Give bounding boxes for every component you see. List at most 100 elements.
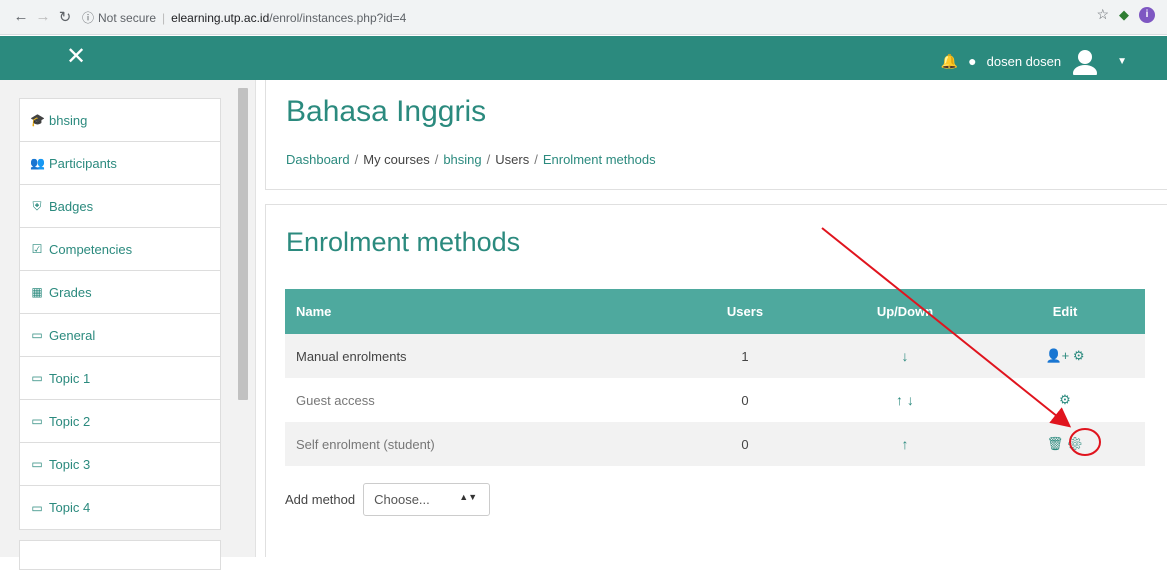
- site-navbar: ✕ 🔔 ● dosen dosen ▼: [0, 36, 1167, 81]
- user-name[interactable]: dosen dosen: [987, 54, 1061, 69]
- select-value: Choose...: [374, 492, 430, 507]
- section-heading: Enrolment methods: [286, 227, 521, 257]
- move-up-icon[interactable]: ↑: [902, 436, 909, 452]
- sidebar-item-bhsing[interactable]: 🎓 bhsing: [20, 99, 220, 142]
- breadcrumb-enrolment-methods[interactable]: Enrolment methods: [543, 152, 656, 167]
- chevron-down-icon[interactable]: ▼: [1117, 56, 1127, 67]
- sidebar-item-label: Grades: [49, 284, 92, 300]
- security-label: Not secure: [98, 10, 157, 25]
- delete-settings-icons[interactable]: 🗑 ⚙: [1047, 436, 1084, 451]
- user-avatar[interactable]: [1071, 47, 1099, 81]
- table-row: Guest access 0 ↑ ↓ ⚙: [285, 378, 1145, 422]
- sidebar-item-label: Topic 4: [49, 500, 91, 515]
- sidebar-item-label: bhsing: [49, 112, 88, 128]
- sidebar-item-topic-1[interactable]: ▭ Topic 1: [20, 357, 220, 400]
- profile-avatar[interactable]: i: [1139, 6, 1155, 23]
- sidebar-item-topic-3[interactable]: ▭ Topic 3: [20, 443, 220, 486]
- sidebar-item-label: Badges: [49, 198, 94, 214]
- user-menu-area: 🔔 ● dosen dosen ▼: [941, 47, 1127, 81]
- updown-cell: ↑: [825, 422, 985, 466]
- browser-toolbar: ← → ↻ ⓘ Not secure | elearning.utp.ac.id…: [0, 0, 1167, 35]
- breadcrumb-course[interactable]: bhsing: [443, 152, 481, 167]
- updown-cell: ↓: [825, 334, 985, 378]
- chat-icon[interactable]: ●: [968, 53, 976, 69]
- page-title: Bahasa Inggris: [286, 95, 487, 128]
- address-separator: |: [162, 10, 166, 25]
- breadcrumb-separator: /: [434, 152, 439, 167]
- select-arrows-icon: ▲▼: [459, 492, 478, 502]
- sidebar-item-label: Competencies: [49, 241, 133, 257]
- edit-cell: 🗑 ⚙: [985, 422, 1145, 466]
- method-name: Manual enrolments: [285, 334, 665, 378]
- folder-icon: ▭: [31, 500, 43, 515]
- add-method-row: Add method Choose... ▲▼: [285, 483, 491, 516]
- folder-icon: ▭: [31, 371, 43, 385]
- browser-actions: ☆ ◆ i: [1096, 6, 1155, 23]
- sidebar-item-topic-2[interactable]: ▭ Topic 2: [20, 400, 220, 443]
- sidebar-item-participants[interactable]: 👥 Participants: [20, 142, 220, 185]
- table-row: Self enrolment (student) 0 ↑ 🗑 ⚙: [285, 422, 1145, 466]
- back-icon[interactable]: ←: [10, 8, 32, 25]
- column-header-name: Name: [285, 289, 665, 334]
- folder-icon: ▭: [31, 328, 43, 342]
- move-up-down-icons[interactable]: ↑ ↓: [896, 392, 914, 408]
- gear-icon[interactable]: ⚙: [1059, 392, 1071, 407]
- add-method-label: Add method: [285, 492, 356, 507]
- enrolment-methods-card: Enrolment methods Name Users Up/Down Edi…: [265, 204, 1167, 557]
- method-users: 1: [665, 334, 825, 378]
- sidebar-item-badges[interactable]: ⛨ Badges: [20, 185, 220, 228]
- url-host: elearning.utp.ac.id: [171, 10, 270, 25]
- sidebar-item-label: General: [49, 327, 96, 343]
- column-header-updown: Up/Down: [825, 289, 985, 334]
- column-header-edit: Edit: [985, 289, 1145, 334]
- graduation-cap-icon: 🎓: [30, 113, 45, 127]
- updown-cell: ↑ ↓: [825, 378, 985, 422]
- check-square-icon: ☑: [31, 242, 43, 256]
- users-icon: 👥: [30, 156, 45, 170]
- sidebar-item-label: Topic 3: [49, 456, 91, 472]
- table-row: Manual enrolments 1 ↓ 👤+ ⚙: [285, 334, 1145, 378]
- edit-cell: 👤+ ⚙: [985, 334, 1145, 378]
- drawer-scrollbar[interactable]: [238, 88, 248, 400]
- course-nav-list: 🎓 bhsing 👥 Participants ⛨ Badges ☑ Competencies…: [19, 98, 221, 530]
- forward-icon[interactable]: →: [32, 8, 54, 25]
- info-icon[interactable]: ⓘ: [82, 9, 94, 26]
- bell-icon[interactable]: 🔔: [941, 53, 958, 70]
- enrol-users-settings-icons[interactable]: 👤+ ⚙: [1045, 348, 1084, 363]
- table-header-row: Name Users Up/Down Edit: [285, 289, 1145, 334]
- enrolment-methods-table: Name Users Up/Down Edit Manual enrolment…: [285, 289, 1145, 466]
- dashboard-nav-list: [19, 540, 221, 570]
- sidebar-item-competencies[interactable]: ☑ Competencies: [20, 228, 220, 271]
- sidebar-item-grades[interactable]: ▦ Grades: [20, 271, 220, 314]
- add-method-select[interactable]: Choose... ▲▼: [363, 483, 491, 516]
- close-drawer-icon[interactable]: ✕: [66, 45, 86, 69]
- avatar-icon: [1073, 50, 1098, 81]
- sidebar-item-topic-4[interactable]: ▭ Topic 4: [20, 486, 220, 529]
- bookmark-star-icon[interactable]: ☆: [1096, 6, 1109, 23]
- edit-cell: ⚙: [985, 378, 1145, 422]
- folder-icon: ▭: [31, 457, 43, 471]
- reload-icon[interactable]: ↻: [54, 8, 76, 26]
- method-users: 0: [665, 422, 825, 466]
- move-down-icon[interactable]: ↓: [902, 348, 909, 364]
- url-path: /enrol/instances.php?id=4: [269, 10, 407, 25]
- sidebar-item-general[interactable]: ▭ General: [20, 314, 220, 357]
- extension-icon[interactable]: ◆: [1119, 7, 1129, 23]
- column-header-users: Users: [665, 289, 825, 334]
- address-bar[interactable]: ⓘ Not secure | elearning.utp.ac.id/enrol…: [82, 5, 1152, 30]
- sidebar-item-label: Topic 1: [49, 370, 91, 386]
- method-name: Self enrolment (student): [285, 422, 665, 466]
- method-users: 0: [741, 392, 749, 408]
- page-header: Bahasa Inggris Dashboard / My courses / bhsi…: [265, 80, 1167, 190]
- shield-icon: ⛨: [32, 198, 42, 213]
- breadcrumb-dashboard[interactable]: Dashboard: [286, 152, 350, 167]
- breadcrumb-my-courses: My courses: [363, 152, 430, 167]
- breadcrumb-separator: /: [486, 152, 491, 167]
- table-icon: ▦: [31, 285, 43, 299]
- sidebar-item-label: Participants: [49, 155, 117, 171]
- breadcrumb-separator: /: [354, 152, 359, 167]
- sidebar-item-label: Topic 2: [49, 413, 91, 429]
- breadcrumb: Dashboard / My courses / bhsing / Users / Enrolm…: [286, 152, 656, 167]
- method-name: Guest access: [296, 392, 375, 408]
- breadcrumb-users: Users: [495, 152, 530, 167]
